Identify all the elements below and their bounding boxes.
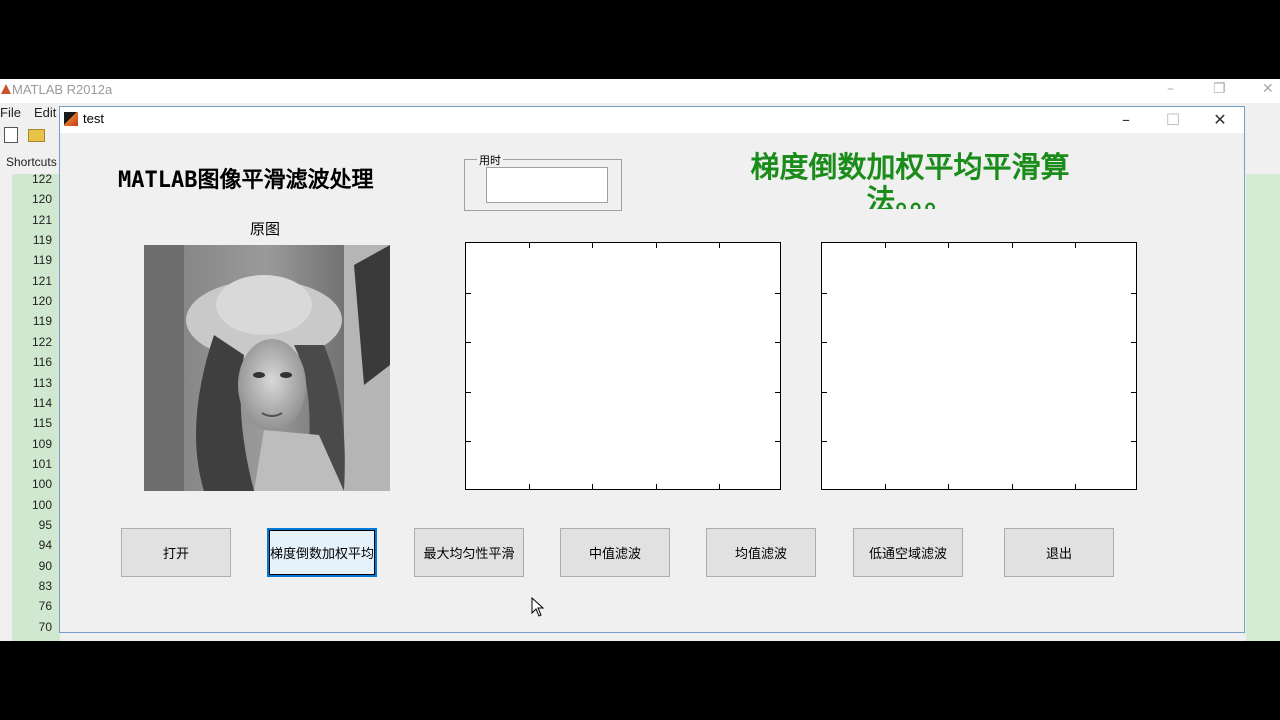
open-button[interactable]: 打开 [121, 528, 231, 577]
value-cell: 83 [38, 579, 52, 593]
value-cell: 119 [32, 253, 52, 268]
figure-titlebar: test – ☐ ✕ [60, 107, 1244, 133]
value-cell: 114 [32, 395, 52, 410]
result-axes-1[interactable] [465, 242, 781, 490]
value-cell: 115 [32, 416, 52, 431]
desktop-title: MATLAB R2012a [12, 82, 113, 97]
value-cell: 70 [38, 619, 52, 634]
gradient-weighted-average-button[interactable]: 梯度倒数加权平均 [267, 528, 377, 577]
axis-tick [656, 243, 657, 248]
value-cell: 122 [31, 334, 52, 349]
axis-tick [775, 342, 780, 343]
app-title: MATLAB图像平滑滤波处理 [118, 168, 374, 193]
axis-tick [466, 342, 471, 343]
value-cell: 95 [38, 517, 52, 532]
value-cell: 94 [38, 538, 52, 553]
axis-tick [885, 243, 886, 248]
timer-field[interactable] [486, 167, 608, 203]
desktop-titlebar: MATLAB R2012a – ❐ ✕ [0, 79, 1280, 103]
matlab-figure-icon [64, 112, 78, 126]
timer-panel: 用时 [464, 152, 622, 211]
axis-tick [1131, 392, 1136, 393]
shortcuts-label[interactable]: Shortcuts [6, 155, 57, 169]
mouse-cursor-icon [531, 597, 545, 617]
value-cell: 116 [32, 355, 52, 370]
exit-button[interactable]: 退出 [1004, 528, 1114, 577]
axis-tick [1012, 484, 1013, 489]
value-cell: 119 [32, 314, 52, 329]
median-filter-button[interactable]: 中值滤波 [560, 528, 670, 577]
result-axes-2[interactable] [821, 242, 1137, 490]
value-cell: 121 [31, 212, 52, 227]
maximize-icon[interactable]: ☐ [1151, 109, 1195, 131]
max-uniform-smoothing-button[interactable]: 最大均匀性平滑 [414, 528, 524, 577]
axis-tick [822, 441, 827, 442]
value-cell: 120 [31, 294, 52, 309]
axis-tick [775, 392, 780, 393]
status-text: 梯度倒数加权平均平滑算法。。。 [750, 151, 1070, 209]
minimize-icon[interactable]: – [1104, 109, 1148, 131]
figure-window: test – ☐ ✕ MATLAB图像平滑滤波处理 用时 梯度倒数加权平均平滑算… [59, 106, 1245, 633]
value-cell: 121 [31, 273, 52, 288]
desktop-toolbar [0, 123, 60, 149]
original-image-label: 原图 [250, 220, 281, 238]
mean-filter-button[interactable]: 均值滤波 [706, 528, 816, 577]
axis-tick [885, 484, 886, 489]
close-icon[interactable]: ✕ [1198, 109, 1242, 131]
axis-tick [775, 441, 780, 442]
axis-tick [822, 342, 827, 343]
value-cell: 122 [31, 172, 52, 186]
value-cell: 113 [32, 375, 52, 390]
axis-tick [948, 484, 949, 489]
axis-tick [948, 243, 949, 248]
value-cell: 90 [38, 558, 52, 573]
value-cell: 100 [31, 497, 52, 512]
figure-title: test [83, 111, 104, 126]
value-cell: 101 [31, 456, 52, 471]
axis-tick [719, 243, 720, 248]
axis-tick [592, 484, 593, 489]
axis-tick [1131, 342, 1136, 343]
axis-tick [656, 484, 657, 489]
axis-tick [466, 441, 471, 442]
axis-tick [1012, 243, 1013, 248]
open-folder-icon[interactable] [28, 129, 45, 142]
value-cell: 120 [31, 192, 52, 207]
value-cell: 76 [38, 599, 52, 614]
axis-tick [822, 293, 827, 294]
new-file-icon[interactable] [4, 127, 18, 143]
axis-tick [466, 392, 471, 393]
matlab-logo-icon [1, 84, 11, 94]
menu-edit[interactable]: Edit [34, 105, 56, 120]
value-cell: 119 [32, 233, 52, 248]
value-cell: 109 [31, 436, 52, 451]
original-image [144, 245, 390, 491]
axis-tick [592, 243, 593, 248]
menu-file[interactable]: File [0, 105, 21, 120]
axis-tick [1131, 293, 1136, 294]
right-panel [1246, 174, 1280, 641]
axis-tick [775, 293, 780, 294]
axis-tick [822, 392, 827, 393]
axis-tick [1075, 484, 1076, 489]
axis-tick [719, 484, 720, 489]
axis-tick [529, 484, 530, 489]
lowpass-filter-button[interactable]: 低通空域滤波 [853, 528, 963, 577]
axis-tick [466, 293, 471, 294]
value-cell: 100 [31, 477, 52, 492]
desktop-restore-icon[interactable]: ❐ [1213, 81, 1226, 97]
desktop-minimize-icon[interactable]: – [1167, 81, 1174, 97]
axis-tick [1131, 441, 1136, 442]
desktop-close-icon[interactable]: ✕ [1262, 81, 1274, 97]
axis-tick [529, 243, 530, 248]
timer-legend: 用时 [477, 152, 503, 168]
axis-tick [1075, 243, 1076, 248]
